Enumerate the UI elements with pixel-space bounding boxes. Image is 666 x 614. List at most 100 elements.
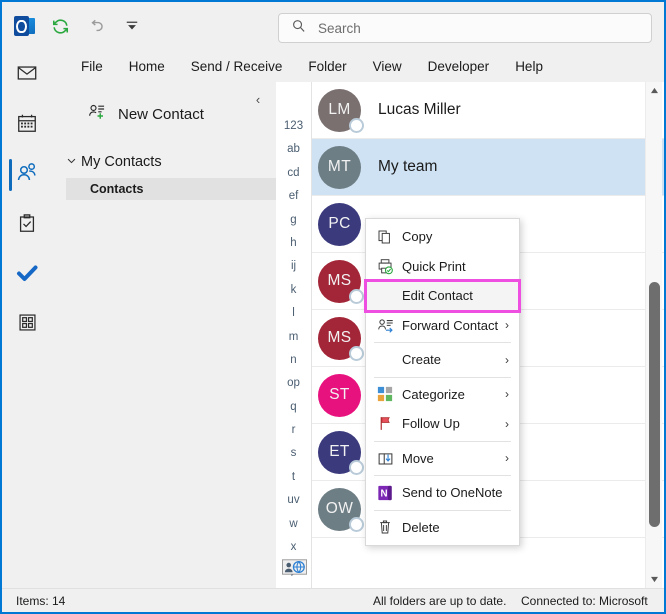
menu-item-send-receive[interactable]: Send / Receive: [178, 56, 296, 77]
contacts-group-header[interactable]: My Contacts: [66, 154, 162, 170]
index-letter[interactable]: ef: [289, 185, 299, 208]
context-menu-label: Send to OneNote: [402, 485, 502, 500]
presence-indicator: [349, 118, 364, 133]
submenu-arrow-icon: ›: [505, 417, 509, 431]
menu-item-folder[interactable]: Folder: [295, 56, 359, 77]
avatar-initials: LM: [328, 101, 350, 119]
avatar: MS: [318, 260, 361, 303]
context-menu-item-send-to-onenote[interactable]: N Send to OneNote: [366, 478, 519, 508]
avatar-initials: MT: [328, 158, 351, 176]
index-letter[interactable]: h: [290, 232, 296, 255]
module-rail: [2, 50, 52, 588]
menu-item-view[interactable]: View: [360, 56, 415, 77]
new-contact-label: New Contact: [118, 106, 204, 123]
forward-contact-icon: [374, 315, 396, 335]
context-menu-label: Copy: [402, 229, 432, 244]
context-menu-item-copy[interactable]: Copy: [366, 222, 519, 252]
context-menu-label: Categorize: [402, 387, 465, 402]
status-bar: Items: 14 All folders are up to date. Co…: [2, 588, 664, 612]
search-input[interactable]: Search: [278, 13, 652, 43]
presence-indicator: [349, 517, 364, 532]
scroll-down-arrow-icon[interactable]: [646, 571, 663, 588]
scrollbar-thumb[interactable]: [649, 282, 660, 527]
index-letter[interactable]: l: [292, 302, 295, 325]
menu-bar: File Home Send / Receive Folder View Dev…: [2, 50, 664, 82]
context-menu-item-delete[interactable]: Delete: [366, 513, 519, 543]
avatar-initials: ET: [329, 443, 350, 461]
index-letter[interactable]: n: [290, 349, 296, 372]
context-menu-item-create[interactable]: Create ›: [366, 345, 519, 375]
sidebar-item-tasks[interactable]: [2, 200, 52, 250]
sidebar-item-calendar[interactable]: [2, 100, 52, 150]
status-sync-text: All folders are up to date.: [373, 594, 506, 608]
follow-up-icon: [374, 414, 396, 434]
index-letter[interactable]: q: [290, 396, 296, 419]
context-menu-item-edit-contact[interactable]: Edit Contact: [366, 281, 519, 311]
context-menu-label: Forward Contact: [402, 318, 498, 333]
index-letter[interactable]: ab: [287, 138, 300, 161]
index-letter[interactable]: x: [291, 536, 297, 559]
index-letter[interactable]: op: [287, 372, 300, 395]
context-menu-item-move[interactable]: Move ›: [366, 444, 519, 474]
people-icon: [15, 161, 39, 190]
index-letter[interactable]: 123: [284, 115, 303, 138]
menu-item-developer[interactable]: Developer: [415, 56, 503, 77]
menu-item-file[interactable]: File: [68, 56, 116, 77]
index-letter[interactable]: s: [291, 442, 297, 465]
index-letter[interactable]: w: [289, 513, 297, 536]
collapse-navpane-button[interactable]: ‹: [249, 90, 267, 108]
avatar-initials: OW: [326, 500, 354, 518]
sidebar-item-mail[interactable]: [2, 50, 52, 100]
context-menu-item-quick-print[interactable]: Quick Print: [366, 252, 519, 282]
context-menu-label: Follow Up: [402, 416, 460, 431]
more-apps-icon: [17, 312, 38, 338]
context-menu-label: Delete: [402, 520, 440, 535]
new-contact-button[interactable]: New Contact: [87, 102, 204, 127]
vertical-scrollbar[interactable]: [645, 82, 662, 588]
list-item[interactable]: LM Lucas Miller: [312, 82, 664, 139]
submenu-arrow-icon: ›: [505, 318, 509, 332]
context-menu-item-categorize[interactable]: Categorize ›: [366, 380, 519, 410]
context-menu-item-forward-contact[interactable]: Forward Contact ›: [366, 311, 519, 341]
submenu-arrow-icon: ›: [505, 451, 509, 465]
avatar-initials: MS: [327, 329, 351, 347]
sidebar-item-people[interactable]: [2, 150, 52, 200]
list-item[interactable]: MT My team: [312, 139, 664, 196]
search-icon: [291, 18, 306, 38]
sidebar-item-todo[interactable]: [2, 250, 52, 300]
menu-separator: [374, 441, 511, 442]
presence-indicator: [349, 346, 364, 361]
index-letter[interactable]: m: [289, 326, 299, 349]
avatar: LM: [318, 89, 361, 132]
person-globe-icon[interactable]: [281, 558, 307, 575]
quick-access-toolbar: [12, 14, 144, 38]
menu-separator: [374, 342, 511, 343]
index-letter[interactable]: uv: [287, 489, 299, 512]
avatar-initials: PC: [328, 215, 350, 233]
new-contact-icon: [87, 102, 107, 127]
undo-icon[interactable]: [84, 14, 108, 38]
menu-item-home[interactable]: Home: [116, 56, 178, 77]
status-items-count: Items: 14: [16, 594, 65, 608]
index-letter[interactable]: t: [292, 466, 295, 489]
todo-icon: [15, 261, 39, 290]
sidebar-item-more-apps[interactable]: [2, 300, 52, 350]
index-letter[interactable]: cd: [287, 162, 299, 185]
avatar: OW: [318, 488, 361, 531]
refresh-icon[interactable]: [48, 14, 72, 38]
svg-text:N: N: [381, 488, 388, 499]
index-letter[interactable]: g: [290, 209, 296, 232]
customize-quick-access-icon[interactable]: [120, 14, 144, 38]
index-letter[interactable]: ij: [291, 255, 296, 278]
context-menu-item-follow-up[interactable]: Follow Up ›: [366, 409, 519, 439]
sidebar-item-contacts[interactable]: Contacts: [66, 178, 276, 200]
scroll-up-arrow-icon[interactable]: [646, 82, 663, 99]
context-menu-label: Edit Contact: [402, 288, 473, 303]
menu-item-help[interactable]: Help: [502, 56, 556, 77]
context-menu-label: Quick Print: [402, 259, 466, 274]
presence-indicator: [349, 289, 364, 304]
avatar: PC: [318, 203, 361, 246]
index-letter[interactable]: r: [292, 419, 296, 442]
avatar-initials: MS: [327, 272, 351, 290]
index-letter[interactable]: k: [291, 279, 297, 302]
